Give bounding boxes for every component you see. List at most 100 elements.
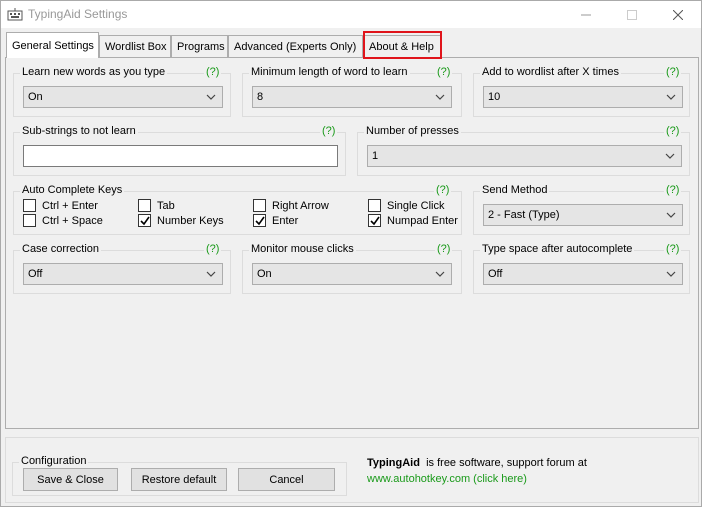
chevron-down-icon (206, 94, 216, 100)
number-keys-label: Number Keys (157, 214, 224, 227)
chevron-down-icon (206, 271, 216, 277)
help-learn-new-words[interactable]: (?) (204, 66, 222, 78)
learn-new-words-select[interactable]: On (23, 86, 223, 108)
learn-new-words-value: On (28, 91, 43, 103)
case-correction-select[interactable]: Off (23, 263, 223, 285)
number-keys-checkbox[interactable]: Number Keys (138, 214, 224, 227)
checkbox-box[interactable] (23, 214, 36, 227)
group-learn-new-words: Learn new words as you type (?) On (13, 66, 231, 117)
min-length-value: 8 (257, 91, 264, 103)
right-arrow-checkbox[interactable]: Right Arrow (253, 199, 329, 212)
maximize-icon (627, 9, 637, 20)
send-method-label: Send Method (480, 184, 550, 196)
ctrl-space-checkbox[interactable]: Ctrl + Space (23, 214, 103, 227)
help-send-method[interactable]: (?) (664, 184, 682, 196)
tab-general-settings[interactable]: General Settings (6, 32, 99, 58)
right-arrow-label: Right Arrow (272, 199, 329, 212)
tab-checkbox[interactable]: Tab (138, 199, 175, 212)
type-space-select[interactable]: Off (483, 263, 683, 285)
chevron-down-icon (435, 271, 445, 277)
auto-complete-label: Auto Complete Keys (20, 184, 125, 196)
checkbox-box[interactable] (138, 199, 151, 212)
min-length-label: Minimum length of word to learn (249, 66, 410, 78)
checkbox-box[interactable] (23, 199, 36, 212)
help-monitor-clicks[interactable]: (?) (435, 243, 453, 255)
group-min-length: Minimum length of word to learn (?) 8 (242, 66, 462, 117)
add-after-times-value: 10 (488, 91, 501, 103)
case-correction-label: Case correction (20, 243, 102, 255)
presses-value: 1 (372, 150, 379, 162)
group-monitor-clicks: Monitor mouse clicks (?) On (242, 243, 462, 294)
learn-new-words-label: Learn new words as you type (20, 66, 168, 78)
title-bar[interactable]: TypingAid Settings (1, 1, 701, 28)
checkbox-box[interactable] (253, 214, 266, 227)
group-substrings: Sub-strings to not learn (?) (13, 125, 346, 176)
help-case-correction[interactable]: (?) (204, 243, 222, 255)
add-after-times-label: Add to wordlist after X times (480, 66, 621, 78)
group-send-method: Send Method (?) 2 - Fast (Type) (473, 184, 690, 235)
chevron-down-icon (435, 94, 445, 100)
check-icon (370, 216, 380, 226)
group-case-correction: Case correction (?) Off (13, 243, 231, 294)
close-button[interactable] (655, 1, 701, 28)
chevron-down-icon (666, 94, 676, 100)
single-click-label: Single Click (387, 199, 445, 212)
ctrl-space-label: Ctrl + Space (42, 214, 103, 227)
type-space-label: Type space after autocomplete (480, 243, 635, 255)
tab-advanced[interactable]: Advanced (Experts Only) (228, 35, 363, 57)
group-number-of-presses: Number of presses (?) 1 (357, 125, 690, 176)
substrings-label: Sub-strings to not learn (20, 125, 138, 137)
min-length-select[interactable]: 8 (252, 86, 452, 108)
app-name: TypingAid (367, 457, 420, 469)
close-icon (673, 9, 683, 20)
checkbox-box[interactable] (138, 214, 151, 227)
group-type-space: Type space after autocomplete (?) Off (473, 243, 690, 294)
add-after-times-select[interactable]: 10 (483, 86, 683, 108)
tab-wordlist-box[interactable]: Wordlist Box (99, 35, 171, 57)
monitor-clicks-label: Monitor mouse clicks (249, 243, 356, 255)
help-add-after-times[interactable]: (?) (664, 66, 682, 78)
maximize-button[interactable] (609, 1, 655, 28)
send-method-value: 2 - Fast (Type) (488, 209, 560, 221)
help-substrings[interactable]: (?) (320, 125, 338, 137)
type-space-value: Off (488, 268, 503, 280)
window-title: TypingAid Settings (28, 7, 128, 21)
presses-label: Number of presses (364, 125, 461, 137)
check-icon (255, 216, 265, 226)
save-close-button[interactable]: Save & Close (23, 468, 118, 491)
ctrl-enter-checkbox[interactable]: Ctrl + Enter (23, 199, 98, 212)
settings-window: TypingAid Settings General Settings Word… (0, 0, 702, 507)
ctrl-enter-label: Ctrl + Enter (42, 199, 98, 212)
substrings-input[interactable] (23, 145, 338, 167)
chevron-down-icon (666, 271, 676, 277)
chevron-down-icon (666, 212, 676, 218)
minimize-button[interactable] (563, 1, 609, 28)
footer-info: TypingAid is free software, support foru… (367, 457, 587, 469)
numpad-enter-label: Numpad Enter (387, 214, 458, 227)
checkbox-box[interactable] (368, 199, 381, 212)
restore-default-button[interactable]: Restore default (131, 468, 227, 491)
forum-link[interactable]: www.autohotkey.com (click here) (367, 473, 527, 485)
keyboard-icon (7, 7, 23, 21)
enter-checkbox[interactable]: Enter (253, 214, 298, 227)
presses-select[interactable]: 1 (367, 145, 682, 167)
help-type-space[interactable]: (?) (664, 243, 682, 255)
help-auto-complete[interactable]: (?) (434, 184, 452, 196)
checkbox-box[interactable] (368, 214, 381, 227)
tab-about-help[interactable]: About & Help (363, 35, 442, 57)
help-presses[interactable]: (?) (664, 125, 682, 137)
tab-programs[interactable]: Programs (171, 35, 228, 57)
chevron-down-icon (665, 153, 675, 159)
configuration-label: Configuration (19, 455, 89, 467)
numpad-enter-checkbox[interactable]: Numpad Enter (368, 214, 458, 227)
cancel-button[interactable]: Cancel (238, 468, 335, 491)
monitor-clicks-select[interactable]: On (252, 263, 452, 285)
help-min-length[interactable]: (?) (435, 66, 453, 78)
enter-label: Enter (272, 214, 299, 227)
single-click-checkbox[interactable]: Single Click (368, 199, 444, 212)
monitor-clicks-value: On (257, 268, 272, 280)
general-settings-panel: Learn new words as you type (?) On Minim… (5, 57, 699, 429)
case-correction-value: Off (28, 268, 43, 280)
checkbox-box[interactable] (253, 199, 266, 212)
send-method-select[interactable]: 2 - Fast (Type) (483, 204, 683, 226)
